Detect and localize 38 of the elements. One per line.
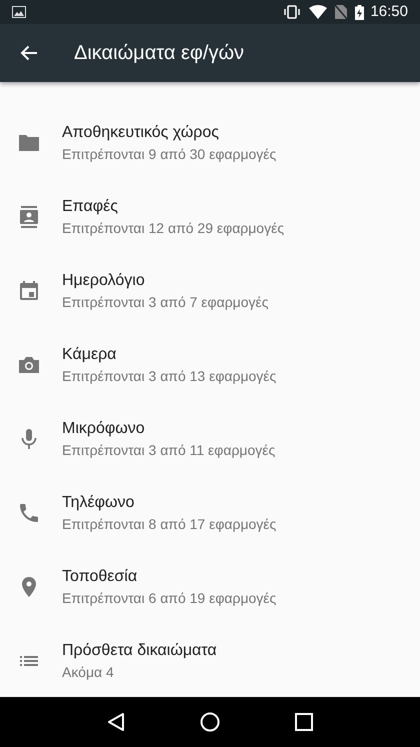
permission-item[interactable]: Τοποθεσία Επιτρέπονται 6 από 19 εφαρμογές: [0, 550, 420, 624]
item-title: Αποθηκευτικός χώρος: [62, 123, 220, 143]
permission-item[interactable]: Ημερολόγιο Επιτρέπονται 3 από 7 εφαρμογές: [0, 254, 420, 328]
permission-item[interactable]: Τηλέφωνο Επιτρέπονται 8 από 17 εφαρμογές: [0, 476, 420, 550]
permission-item[interactable]: Μικρόφωνο Επιτρέπονται 3 από 11 εφαρμογές: [0, 402, 420, 476]
item-title: Πρόσθετα δικαιώματα: [62, 641, 217, 661]
wifi-icon: [309, 5, 328, 19]
permission-item[interactable]: Πρόσθετα δικαιώματα Ακόμα 4: [0, 624, 420, 697]
clock-time: 16:50: [370, 2, 408, 22]
item-title: Μικρόφωνο: [62, 419, 146, 439]
page-title: Δικαιώματα εφ/γών: [74, 41, 244, 66]
back-nav-button[interactable]: [107, 712, 126, 732]
item-subtitle: Επιτρέπονται 3 από 7 εφαρμογές: [62, 293, 269, 312]
contact-card-icon: [17, 205, 41, 229]
permission-item[interactable]: Αποθηκευτικός χώρος Επιτρέπονται 9 από 30 εφαρμογές: [0, 106, 420, 180]
item-title: Κάμερα: [62, 345, 118, 365]
permission-item[interactable]: Κάμερα Επιτρέπονται 3 από 13 εφαρμογές: [0, 328, 420, 402]
item-subtitle: Επιτρέπονται 8 από 17 εφαρμογές: [62, 515, 276, 534]
calendar-icon: [17, 279, 41, 303]
image-icon: [12, 6, 26, 18]
battery-charging-icon: [355, 4, 364, 20]
item-subtitle: Επιτρέπονται 3 από 13 εφαρμογές: [62, 367, 276, 386]
back-arrow-icon: [20, 45, 38, 61]
phone-icon: [17, 501, 41, 525]
item-title: Ημερολόγιο: [62, 271, 146, 291]
item-subtitle: Επιτρέπονται 9 από 30 εφαρμογές: [62, 145, 276, 164]
item-title: Τηλέφωνο: [62, 493, 136, 513]
vibrate-icon: [283, 5, 302, 19]
item-subtitle: Επιτρέπονται 12 από 29 εφαρμογές: [62, 219, 284, 238]
home-nav-button[interactable]: [200, 712, 220, 732]
no-sim-icon: [335, 5, 348, 19]
permission-item[interactable]: Επαφές Επιτρέπονται 12 από 29 εφαρμογές: [0, 180, 420, 254]
item-subtitle: Ακόμα 4: [62, 663, 115, 682]
item-subtitle: Επιτρέπονται 3 από 11 εφαρμογές: [62, 441, 276, 460]
recents-nav-button[interactable]: [294, 713, 313, 731]
item-title: Επαφές: [62, 197, 119, 217]
item-title: Τοποθεσία: [62, 567, 138, 587]
item-subtitle: Επιτρέπονται 6 από 19 εφαρμογές: [62, 589, 276, 608]
